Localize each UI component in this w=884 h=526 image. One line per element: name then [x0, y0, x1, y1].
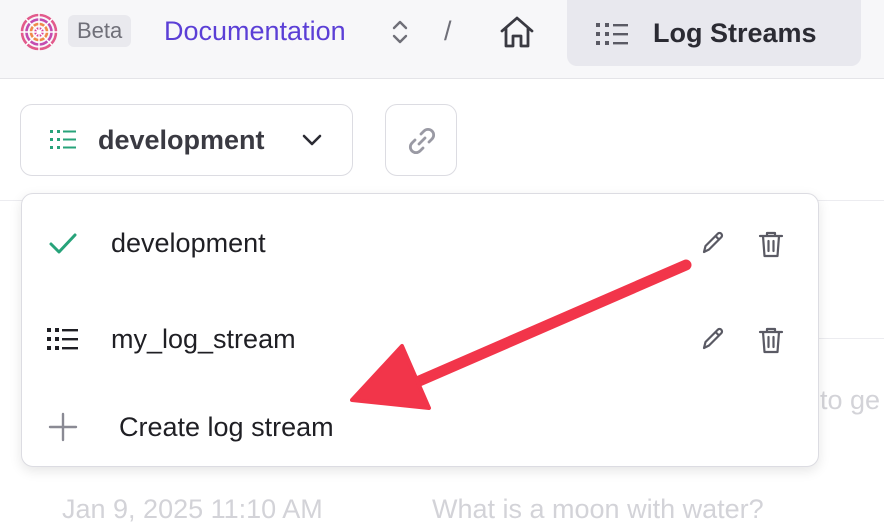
background-row-question: What is a moon with water? [432, 494, 764, 524]
log-stream-option[interactable]: my_log_stream [22, 304, 820, 376]
list-icon [50, 130, 76, 149]
trash-icon[interactable] [756, 324, 786, 356]
trash-icon[interactable] [756, 228, 786, 260]
create-log-stream-label: Create log stream [119, 412, 334, 442]
list-icon [47, 328, 78, 350]
background-row-text: to ge [820, 385, 881, 415]
check-icon [49, 233, 77, 254]
top-bar: Beta Documentation / Log Streams [0, 0, 884, 79]
selected-log-stream: development [98, 125, 265, 155]
log-stream-select[interactable]: development [20, 104, 353, 176]
log-stream-option-label: development [111, 228, 266, 258]
tab-log-streams[interactable]: Log Streams [567, 0, 861, 66]
spiral-logo-icon[interactable] [18, 11, 60, 53]
pencil-icon[interactable] [698, 324, 728, 354]
log-stream-option[interactable]: development [22, 208, 820, 280]
copy-link-button[interactable] [385, 104, 457, 176]
background-row-timestamp: Jan 9, 2025 11:10 AM [62, 494, 323, 524]
plus-icon [48, 412, 78, 442]
chevron-down-icon [302, 134, 322, 146]
project-switcher[interactable]: Documentation [164, 14, 346, 48]
beta-badge: Beta [68, 15, 132, 47]
create-log-stream-button[interactable]: Create log stream [22, 392, 820, 464]
link-icon [408, 127, 436, 155]
home-icon[interactable] [496, 12, 538, 52]
list-icon [596, 23, 628, 45]
tab-label: Log Streams [653, 18, 817, 48]
log-stream-dropdown: development my_log_stream Create log str… [21, 193, 819, 467]
pencil-icon[interactable] [698, 228, 728, 258]
log-stream-option-label: my_log_stream [111, 324, 296, 354]
breadcrumb-separator: / [444, 16, 452, 46]
chevron-up-down-icon[interactable] [388, 18, 412, 46]
